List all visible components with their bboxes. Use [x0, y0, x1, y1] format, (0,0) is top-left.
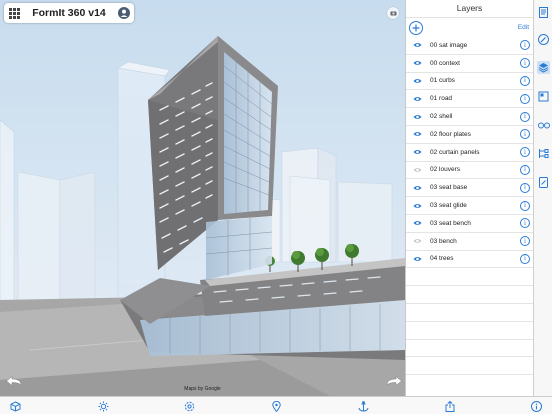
layer-info-icon[interactable]: i	[520, 253, 530, 264]
layer-name: 03 seat glide	[430, 202, 467, 210]
cube-icon[interactable]	[9, 400, 21, 412]
empty-layer-slot	[406, 304, 534, 322]
layer-name: 04 trees	[430, 255, 454, 263]
title-bar: FormIt 360 v14	[4, 3, 134, 23]
layer-info-icon[interactable]: i	[520, 40, 530, 51]
layer-name: 00 sat image	[430, 41, 468, 49]
empty-layer-slot	[406, 357, 534, 376]
eye-visible-icon[interactable]	[413, 203, 422, 209]
location-pin-icon[interactable]	[270, 400, 282, 412]
eye-visible-icon[interactable]	[413, 114, 422, 120]
empty-layer-slot	[406, 268, 534, 287]
layer-row[interactable]: 02 floor plates i	[406, 126, 534, 144]
plus-icon	[412, 24, 420, 32]
layer-name: 01 curbs	[430, 77, 455, 85]
layer-row[interactable]: 02 shell i	[406, 108, 534, 126]
materials-icon[interactable]	[537, 90, 550, 103]
eye-hidden-icon[interactable]	[413, 238, 422, 244]
layer-row[interactable]: 04 trees i	[406, 251, 534, 269]
layer-row[interactable]: 02 louvers i	[406, 162, 534, 180]
eye-visible-icon[interactable]	[413, 220, 422, 226]
app-title: FormIt 360 v14	[32, 7, 106, 19]
eye-visible-icon[interactable]	[413, 96, 422, 102]
app-grid-icon[interactable]	[4, 3, 24, 23]
eye-visible-icon[interactable]	[413, 131, 422, 137]
layer-info-icon[interactable]: i	[520, 164, 530, 175]
layer-name: 02 curtain panels	[430, 148, 480, 156]
empty-layer-slot	[406, 340, 534, 358]
info-icon[interactable]	[530, 400, 542, 412]
layer-name: 00 context	[430, 59, 460, 67]
layer-name: 03 seat base	[430, 184, 468, 192]
layer-info-icon[interactable]: i	[520, 182, 530, 193]
3d-viewport[interactable]: FormIt 360 v14 Maps by Google	[0, 0, 405, 396]
anchor-icon[interactable]	[357, 400, 369, 412]
eye-hidden-icon[interactable]	[413, 167, 422, 173]
layer-row[interactable]: 03 seat bench i	[406, 215, 534, 233]
document-icon[interactable]	[537, 6, 550, 19]
user-account-icon[interactable]	[114, 3, 134, 23]
layer-name: 02 shell	[430, 113, 453, 121]
map-credit: Maps by Google	[184, 386, 221, 392]
layer-row[interactable]: 03 seat base i	[406, 179, 534, 198]
layer-name: 01 road	[430, 95, 453, 103]
layer-info-icon[interactable]: i	[520, 147, 530, 158]
layers-icon[interactable]	[537, 61, 550, 74]
layers-panel: Layers Edit 00 sat image i 00 context i 01 c…	[405, 0, 534, 396]
empty-layer-slot	[406, 322, 534, 340]
share-icon[interactable]	[444, 400, 456, 412]
layers-header: Layers	[406, 0, 533, 18]
eye-visible-icon[interactable]	[413, 60, 422, 66]
edit-layers-button[interactable]: Edit	[518, 24, 529, 31]
glasses-icon[interactable]	[537, 118, 550, 131]
add-layer-button[interactable]	[409, 21, 423, 35]
layer-info-icon[interactable]: i	[520, 200, 530, 211]
layer-info-icon[interactable]: i	[520, 75, 530, 86]
pencil-circle-icon[interactable]	[537, 33, 550, 46]
empty-layer-slot	[406, 286, 534, 304]
eye-visible-icon[interactable]	[413, 78, 422, 84]
layer-name: 02 louvers	[430, 166, 460, 174]
sun-icon[interactable]	[97, 400, 109, 412]
layer-info-icon[interactable]: i	[520, 129, 530, 140]
camera-icon[interactable]	[387, 7, 399, 19]
building-model-render[interactable]	[0, 0, 405, 396]
layer-row[interactable]: 02 curtain panels i	[406, 144, 534, 162]
layer-name: 03 seat bench	[430, 219, 471, 227]
layers-title: Layers	[456, 3, 483, 13]
tablet-icon[interactable]	[537, 176, 550, 189]
eye-visible-icon[interactable]	[413, 256, 422, 262]
settings-icon[interactable]	[183, 400, 195, 412]
eye-visible-icon[interactable]	[413, 149, 422, 155]
layer-row[interactable]: 01 curbs i	[406, 73, 534, 91]
layer-row[interactable]: 03 seat glide i	[406, 197, 534, 215]
layer-info-icon[interactable]: i	[520, 93, 530, 104]
bottom-toolbar	[0, 396, 552, 414]
eye-visible-icon[interactable]	[413, 185, 422, 191]
layer-info-icon[interactable]: i	[520, 58, 530, 69]
layer-row[interactable]: 03 bench i	[406, 233, 534, 251]
layer-info-icon[interactable]: i	[520, 218, 530, 229]
tool-strip	[533, 0, 552, 396]
layer-list: 00 sat image i 00 context i 01 curbs i 01 road…	[406, 37, 534, 376]
layer-name: 02 floor plates	[430, 130, 471, 138]
eye-visible-icon[interactable]	[413, 42, 422, 48]
hierarchy-icon[interactable]	[537, 147, 550, 160]
layer-row[interactable]: 01 road i	[406, 90, 534, 109]
layer-row[interactable]: 00 context i	[406, 55, 534, 73]
layer-info-icon[interactable]: i	[520, 236, 530, 247]
layer-info-icon[interactable]: i	[520, 111, 530, 122]
layer-name: 03 bench	[430, 237, 457, 245]
layer-row[interactable]: 00 sat image i	[406, 37, 534, 55]
